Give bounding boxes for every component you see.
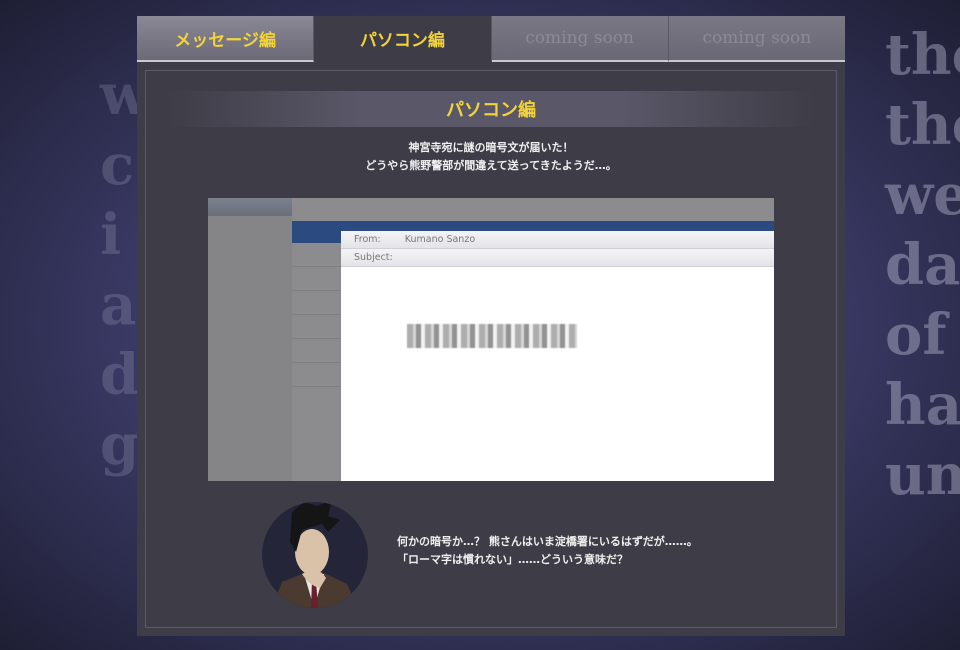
intro-line: 神宮寺宛に謎の暗号文が届いた！ [408, 141, 574, 154]
tab-coming-soon-2: coming soon [668, 16, 845, 62]
email-screenshot: From: Kumano Sanzo Subject: [208, 198, 774, 481]
detective-portrait-icon [262, 502, 368, 608]
tab-bar: メッセージ編 パソコン編 coming soon coming soon [137, 16, 845, 62]
from-row: From: Kumano Sanzo [341, 231, 774, 249]
from-label: From: [354, 234, 381, 245]
background-text-right: thethewedaofhaun [885, 22, 960, 508]
tab-pc[interactable]: パソコン編 [314, 16, 492, 62]
intro-text: 神宮寺宛に謎の暗号文が届いた！ どうやら熊野警部が間違えて送ってきたようだ…。 [146, 139, 836, 175]
mosaic-cipher-text [407, 324, 577, 348]
tab-coming-soon-1: coming soon [491, 16, 669, 62]
mail-sidebar [208, 198, 292, 481]
subject-row: Subject: [341, 249, 774, 267]
mail-window: From: Kumano Sanzo Subject: [341, 231, 774, 481]
section-title: パソコン編 [166, 91, 816, 127]
tab-message[interactable]: メッセージ編 [137, 16, 315, 62]
speech-line: 「ローマ字は慣れない」……どういう意味だ？ [397, 553, 628, 566]
from-value: Kumano Sanzo [404, 234, 476, 245]
speech-line: 何かの暗号か…？ 熊さんはいま淀橋署にいるはずだが……。 [397, 535, 698, 548]
main-panel: メッセージ編 パソコン編 coming soon coming soon パソコ… [137, 16, 845, 636]
content-area: パソコン編 神宮寺宛に謎の暗号文が届いた！ どうやら熊野警部が間違えて送ってきた… [137, 62, 845, 636]
intro-line: どうやら熊野警部が間違えて送ってきたようだ…。 [365, 159, 617, 172]
mail-toolbar [292, 198, 774, 220]
character-speech: 何かの暗号か…？ 熊さんはいま淀橋署にいるはずだが……。 「ローマ字は慣れない」… [397, 533, 698, 569]
subject-label: Subject: [354, 252, 393, 263]
